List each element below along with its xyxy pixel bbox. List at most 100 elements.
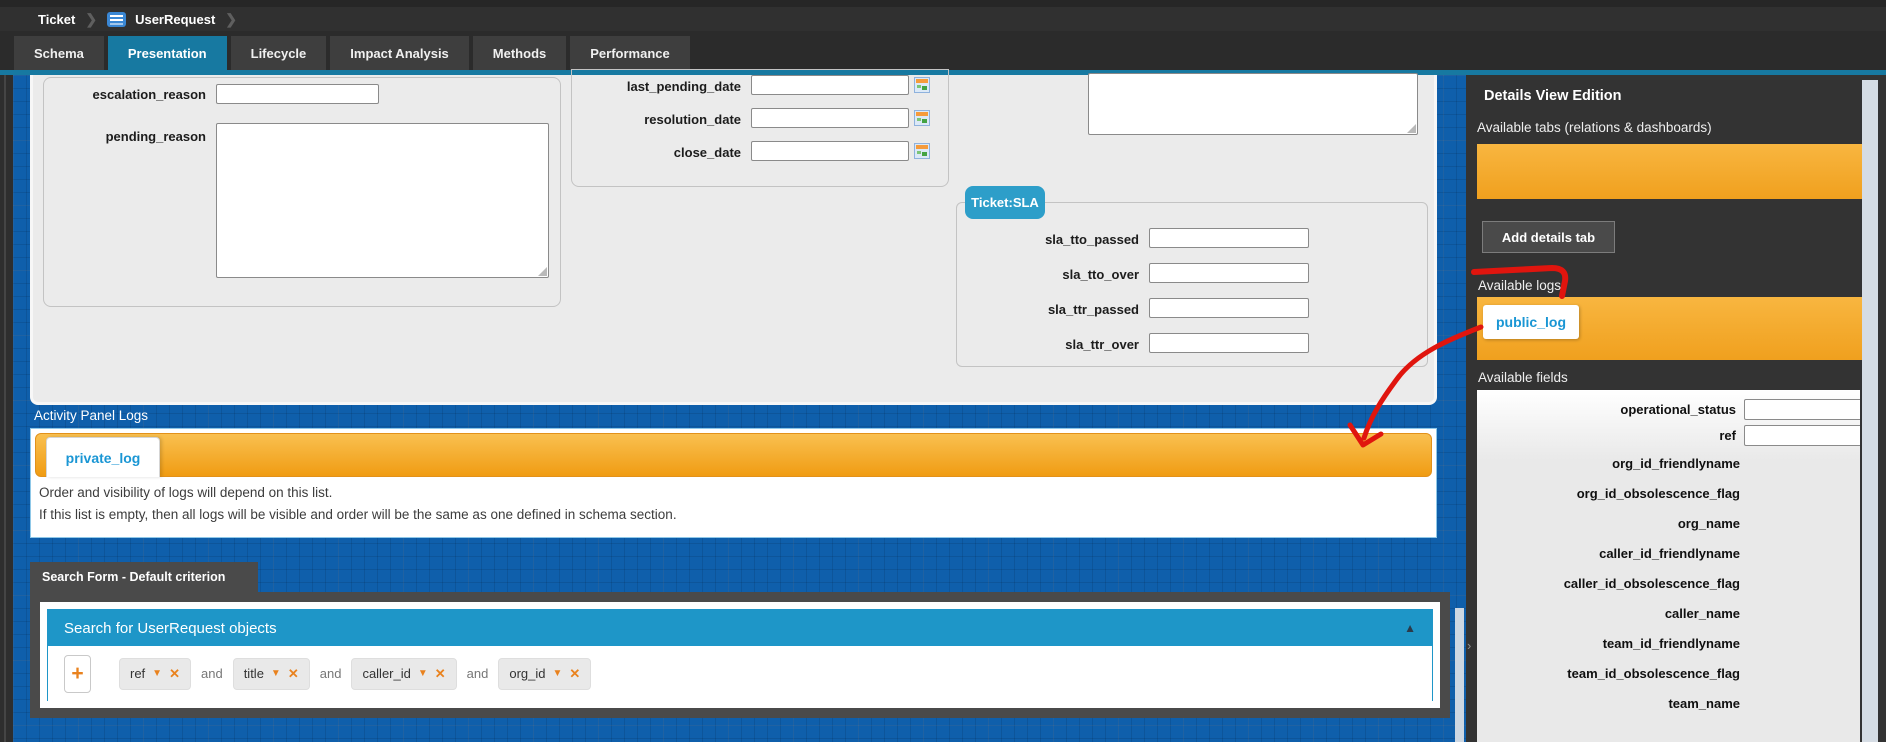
field-label: team_id_friendlyname bbox=[1603, 636, 1740, 651]
field-label-pending-reason: pending_reason bbox=[43, 129, 206, 144]
activity-panel-logs: private_log Order and visibility of logs… bbox=[30, 428, 1437, 538]
details-form-canvas: escalation_reason pending_reason last_pe… bbox=[30, 75, 1437, 405]
tab-performance[interactable]: Performance bbox=[570, 36, 689, 70]
available-logs-drop-zone[interactable]: public_log bbox=[1477, 297, 1862, 360]
main-vertical-scrollbar[interactable] bbox=[1455, 608, 1464, 742]
criterion-label: ref bbox=[130, 666, 145, 681]
chevron-down-icon[interactable]: ▼ bbox=[418, 668, 428, 679]
activity-help-line-1: Order and visibility of logs will depend… bbox=[39, 485, 332, 500]
field-label-close-date: close_date bbox=[581, 145, 741, 160]
field-label: org_id_obsolescence_flag bbox=[1577, 486, 1740, 501]
criterion-chip-org-id[interactable]: org_id ▼ ✕ bbox=[498, 658, 591, 690]
sla-ttr-passed-input[interactable] bbox=[1149, 298, 1309, 318]
field-label: team_name bbox=[1668, 696, 1740, 711]
remove-criterion-icon[interactable]: ✕ bbox=[169, 666, 180, 682]
operational-status-input[interactable] bbox=[1744, 399, 1860, 420]
field-row-team-id-friendlyname[interactable]: team_id_friendlyname bbox=[1477, 628, 1860, 658]
sla-tto-over-input[interactable] bbox=[1149, 263, 1309, 283]
chevron-down-icon[interactable]: ▼ bbox=[152, 668, 162, 679]
field-label: caller_id_friendlyname bbox=[1599, 546, 1740, 561]
activity-help-line-2: If this list is empty, then all logs wil… bbox=[39, 507, 677, 522]
description-textarea[interactable] bbox=[1088, 73, 1418, 135]
field-label: org_id_friendlyname bbox=[1612, 456, 1740, 471]
escalation-reason-input[interactable] bbox=[216, 84, 379, 104]
chevron-down-icon[interactable]: ▼ bbox=[271, 668, 281, 679]
tab-lifecycle[interactable]: Lifecycle bbox=[231, 36, 327, 70]
field-label-resolution-date: resolution_date bbox=[581, 112, 741, 127]
left-collapse-rail[interactable] bbox=[0, 75, 13, 742]
criterion-label: title bbox=[244, 666, 264, 681]
collapse-icon[interactable]: ▲ bbox=[1404, 621, 1416, 635]
available-logs-label: Available logs bbox=[1478, 278, 1561, 293]
operator-and: and bbox=[320, 666, 342, 681]
resize-handle-icon[interactable] bbox=[1407, 124, 1416, 133]
calendar-icon[interactable] bbox=[914, 110, 930, 126]
remove-criterion-icon[interactable]: ✕ bbox=[569, 666, 580, 682]
field-row-caller-id-obsolescence-flag[interactable]: caller_id_obsolescence_flag bbox=[1477, 568, 1860, 598]
sidebar-collapse-handle-icon[interactable]: › bbox=[1467, 638, 1471, 653]
calendar-icon[interactable] bbox=[914, 77, 930, 93]
breadcrumb-item-userrequest[interactable]: UserRequest bbox=[107, 12, 215, 27]
last-pending-date-input[interactable] bbox=[751, 75, 909, 95]
sla-ttr-over-input[interactable] bbox=[1149, 333, 1309, 353]
resolution-date-input[interactable] bbox=[751, 108, 909, 128]
field-label-sla-tto-over: sla_tto_over bbox=[979, 267, 1139, 282]
window-top-strip bbox=[0, 0, 1886, 7]
field-row-org-id-friendlyname[interactable]: org_id_friendlyname bbox=[1477, 448, 1860, 478]
application-designer-window: Ticket ❯ UserRequest ❯ Schema Presentati… bbox=[0, 0, 1886, 742]
field-row-caller-name[interactable]: caller_name bbox=[1477, 598, 1860, 628]
criterion-chip-caller-id[interactable]: caller_id ▼ ✕ bbox=[351, 658, 456, 690]
breadcrumb-item-ticket[interactable]: Ticket bbox=[38, 12, 75, 27]
breadcrumb-label: UserRequest bbox=[135, 12, 215, 27]
calendar-icon[interactable] bbox=[914, 143, 930, 159]
available-tabs-label: Available tabs (relations & dashboards) bbox=[1477, 120, 1712, 135]
criterion-label: org_id bbox=[509, 666, 545, 681]
field-row-team-id-obsolescence-flag[interactable]: team_id_obsolescence_flag bbox=[1477, 658, 1860, 688]
add-criterion-button[interactable]: + bbox=[64, 655, 91, 693]
search-form-panel: Search for UserRequest objects ▲ + ref ▼… bbox=[30, 592, 1450, 718]
search-form-section-tab: Search Form - Default criterion bbox=[30, 562, 258, 592]
remove-criterion-icon[interactable]: ✕ bbox=[288, 666, 299, 682]
field-row-org-id-obsolescence-flag[interactable]: org_id_obsolescence_flag bbox=[1477, 478, 1860, 508]
field-row-team-name[interactable]: team_name bbox=[1477, 688, 1860, 718]
sla-tto-passed-input[interactable] bbox=[1149, 228, 1309, 248]
field-label-last-pending-date: last_pending_date bbox=[581, 79, 741, 94]
ref-input[interactable] bbox=[1744, 425, 1860, 446]
breadcrumb-separator-icon: ❯ bbox=[225, 11, 237, 28]
criterion-chip-ref[interactable]: ref ▼ ✕ bbox=[119, 658, 191, 690]
private-log-chip[interactable]: private_log bbox=[46, 437, 160, 477]
userrequest-class-icon bbox=[107, 12, 126, 27]
tab-presentation[interactable]: Presentation bbox=[108, 36, 227, 70]
search-criteria-row: + ref ▼ ✕ and title ▼ ✕ and caller_id ▼ bbox=[48, 646, 1432, 701]
available-tabs-drop-zone[interactable] bbox=[1477, 144, 1862, 199]
sidebar-title: Details View Edition bbox=[1484, 88, 1622, 104]
activity-log-drop-zone[interactable]: private_log bbox=[35, 433, 1432, 477]
field-row-operational-status[interactable]: operational_status bbox=[1477, 396, 1860, 422]
public-log-chip[interactable]: public_log bbox=[1483, 305, 1579, 339]
field-row-caller-id-friendlyname[interactable]: caller_id_friendlyname bbox=[1477, 538, 1860, 568]
field-label: team_id_obsolescence_flag bbox=[1567, 666, 1740, 681]
remove-criterion-icon[interactable]: ✕ bbox=[435, 666, 446, 682]
pending-reason-textarea[interactable] bbox=[216, 123, 549, 278]
field-label: org_name bbox=[1678, 516, 1740, 531]
chevron-down-icon[interactable]: ▼ bbox=[553, 668, 563, 679]
sidebar-vertical-scrollbar[interactable] bbox=[1862, 80, 1878, 742]
search-form-title: Search for UserRequest objects bbox=[64, 620, 277, 637]
operator-and: and bbox=[201, 666, 223, 681]
field-label-sla-tto-passed: sla_tto_passed bbox=[979, 232, 1139, 247]
field-label: operational_status bbox=[1620, 402, 1736, 417]
tab-schema[interactable]: Schema bbox=[14, 36, 104, 70]
breadcrumb-label: Ticket bbox=[38, 12, 75, 27]
add-details-tab-button[interactable]: Add details tab bbox=[1482, 221, 1615, 253]
tab-impact-analysis[interactable]: Impact Analysis bbox=[330, 36, 469, 70]
criterion-chip-title[interactable]: title ▼ ✕ bbox=[233, 658, 310, 690]
field-label: caller_name bbox=[1665, 606, 1740, 621]
field-row-org-name[interactable]: org_name bbox=[1477, 508, 1860, 538]
main-tabbar: Schema Presentation Lifecycle Impact Ana… bbox=[0, 31, 1886, 70]
details-view-edition-sidebar: › Details View Edition Available tabs (r… bbox=[1466, 75, 1886, 742]
ticket-sla-badge: Ticket:SLA bbox=[965, 186, 1045, 219]
tab-methods[interactable]: Methods bbox=[473, 36, 566, 70]
field-row-ref[interactable]: ref bbox=[1477, 422, 1860, 448]
close-date-input[interactable] bbox=[751, 141, 909, 161]
resize-handle-icon[interactable] bbox=[538, 267, 547, 276]
